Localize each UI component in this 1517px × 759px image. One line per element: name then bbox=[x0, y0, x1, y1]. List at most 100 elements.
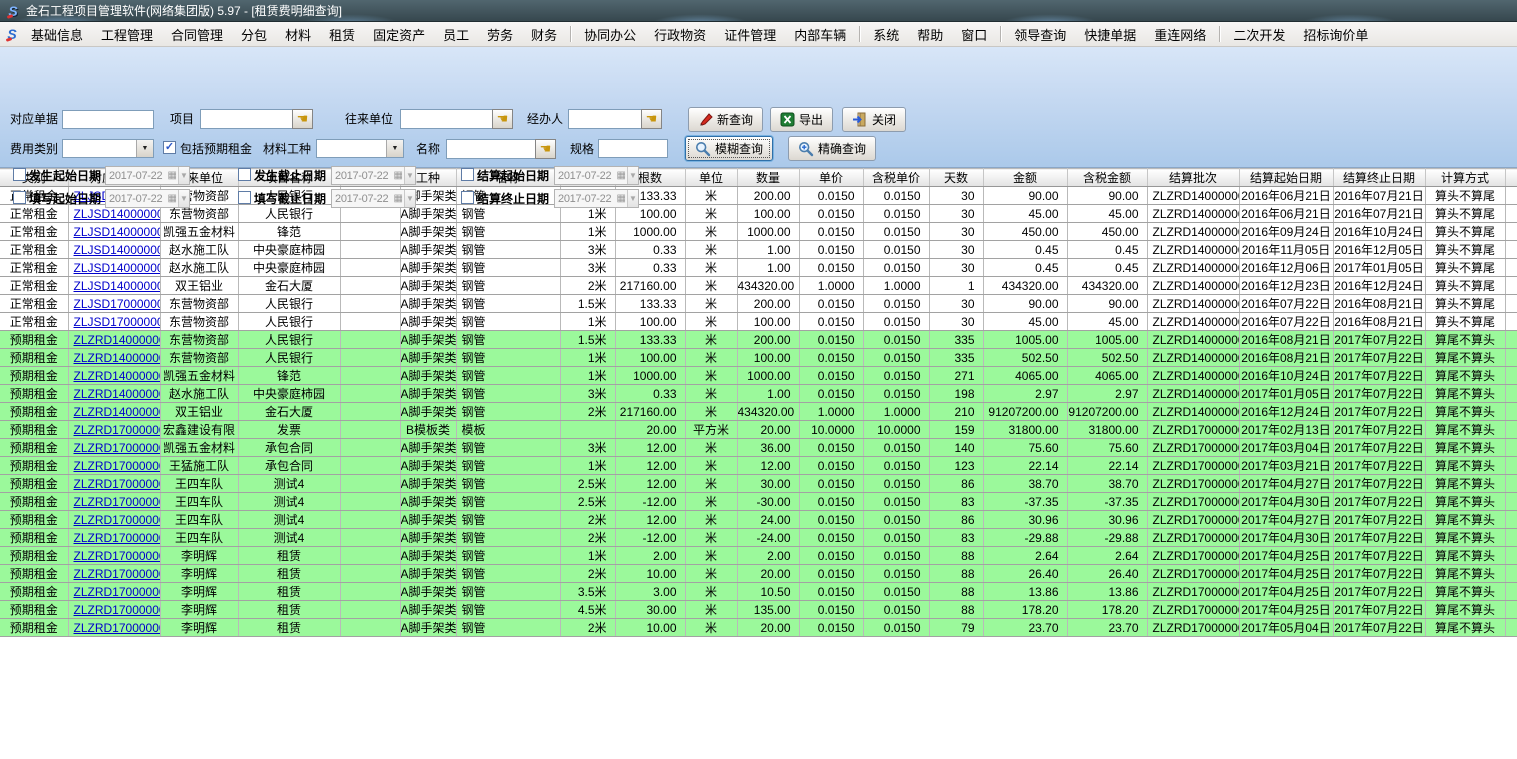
date-filter-3-checkbox[interactable] bbox=[13, 191, 26, 204]
table-row[interactable]: 正常租金ZLJSD140000005双王铝业金石大厦A脚手架类钢管2米21716… bbox=[0, 277, 1517, 295]
date-filter-0-picker[interactable]: 2017-07-22 ▦ ▼ bbox=[105, 166, 190, 185]
table-row[interactable]: 正常租金ZLJSD140000001东营物资部人民银行A脚手架类钢管1.5米13… bbox=[0, 187, 1517, 205]
table-row[interactable]: 正常租金ZLJSD140000002凯强五金材料锋范A脚手架类钢管1米1000.… bbox=[0, 223, 1517, 241]
col-header-amount[interactable]: 金额 bbox=[983, 169, 1067, 187]
col-header-price[interactable]: 单价 bbox=[799, 169, 863, 187]
table-row[interactable]: 预期租金ZLZRD170000002凯强五金材料承包合同A脚手架类钢管3米12.… bbox=[0, 439, 1517, 457]
doc-no-link[interactable]: ZLZRD170000005 bbox=[74, 567, 161, 581]
handler-input[interactable] bbox=[568, 109, 641, 129]
table-row[interactable]: 预期租金ZLZRD140000003赵水施工队中央豪庭柿园A脚手架类钢管3米0.… bbox=[0, 385, 1517, 403]
menu-item-0-9[interactable]: 财务 bbox=[522, 22, 566, 47]
menu-item-0-3[interactable]: 分包 bbox=[232, 22, 276, 47]
col-header-quantity[interactable]: 数量 bbox=[737, 169, 799, 187]
menu-item-1-2[interactable]: 证件管理 bbox=[715, 22, 785, 47]
new-query-button[interactable]: 新查询 bbox=[688, 107, 763, 132]
menu-item-0-0[interactable]: 基础信息 bbox=[22, 22, 92, 47]
menu-item-0-7[interactable]: 员工 bbox=[434, 22, 478, 47]
col-header-settle-end[interactable]: 结算终止日期 bbox=[1333, 169, 1425, 187]
table-row[interactable]: 预期租金ZLZRD170000001宏鑫建设有限发票B模板类模板20.00平方米… bbox=[0, 421, 1517, 439]
table-row[interactable]: 正常租金ZLJSD140000001东营物资部人民银行A脚手架类钢管1米100.… bbox=[0, 205, 1517, 223]
include-expected-checkbox[interactable]: ✓ bbox=[163, 141, 176, 154]
menu-item-1-3[interactable]: 内部车辆 bbox=[785, 22, 855, 47]
doc-no-link[interactable]: ZLZRD170000005 bbox=[74, 585, 161, 599]
menu-item-0-2[interactable]: 合同管理 bbox=[162, 22, 232, 47]
table-row[interactable]: 预期租金ZLZRD140000004双王铝业金石大厦A脚手架类钢管2米21716… bbox=[0, 403, 1517, 421]
table-row[interactable]: 正常租金ZLJSD170000001东营物资部人民银行A脚手架类钢管1.5米13… bbox=[0, 295, 1517, 313]
col-header-days[interactable]: 天数 bbox=[929, 169, 983, 187]
date-filter-3-picker[interactable]: 2017-07-22 ▦ ▼ bbox=[105, 189, 190, 208]
material-work-select[interactable]: ▼ bbox=[316, 139, 404, 158]
table-row[interactable]: 正常租金ZLJSD140000004赵水施工队中央豪庭柿园A脚手架类钢管3米0.… bbox=[0, 259, 1517, 277]
doc-no-link[interactable]: ZLZRD170000004 bbox=[74, 513, 161, 527]
doc-no-link[interactable]: ZLJSD140000003 bbox=[74, 243, 161, 257]
menu-item-0-4[interactable]: 材料 bbox=[276, 22, 320, 47]
menu-item-1-0[interactable]: 协同办公 bbox=[575, 22, 645, 47]
table-row[interactable]: 预期租金ZLZRD170000005李明辉租赁A脚手架类钢管3.5米3.00米1… bbox=[0, 583, 1517, 601]
menu-item-0-1[interactable]: 工程管理 bbox=[92, 22, 162, 47]
menu-item-0-6[interactable]: 固定资产 bbox=[364, 22, 434, 47]
col-header-unit[interactable]: 单位 bbox=[685, 169, 737, 187]
doc-no-link[interactable]: ZLJSD170000001 bbox=[74, 315, 161, 329]
exact-query-button[interactable]: 精确查询 bbox=[788, 136, 876, 161]
date-filter-4-picker[interactable]: 2017-07-22 ▦ ▼ bbox=[331, 189, 416, 208]
date-filter-1-picker[interactable]: 2017-07-22 ▦ ▼ bbox=[331, 166, 416, 185]
table-row[interactable]: 预期租金ZLZRD140000002凯强五金材料锋范A脚手架类钢管1米1000.… bbox=[0, 367, 1517, 385]
export-button[interactable]: 导出 bbox=[770, 107, 833, 132]
doc-no-link[interactable]: ZLZRD140000002 bbox=[74, 369, 161, 383]
doc-no-link[interactable]: ZLZRD170000001 bbox=[74, 423, 161, 437]
chevron-down-icon[interactable]: ▼ bbox=[627, 167, 638, 184]
chevron-down-icon[interactable]: ▼ bbox=[404, 167, 415, 184]
table-row[interactable]: 预期租金ZLZRD170000004王四车队测试4A脚手架类钢管2.5米12.0… bbox=[0, 475, 1517, 493]
table-row[interactable]: 预期租金ZLZRD140000001东营物资部人民银行A脚手架类钢管1.5米13… bbox=[0, 331, 1517, 349]
date-filter-5-checkbox[interactable] bbox=[461, 191, 474, 204]
menu-item-2-0[interactable]: 系统 bbox=[864, 22, 908, 47]
menu-item-3-1[interactable]: 快捷单据 bbox=[1075, 22, 1145, 47]
date-filter-2-checkbox[interactable] bbox=[461, 168, 474, 181]
chevron-down-icon[interactable]: ▼ bbox=[386, 140, 403, 157]
doc-no-link[interactable]: ZLZRD170000005 bbox=[74, 549, 161, 563]
doc-no-link[interactable]: ZLJSD140000004 bbox=[74, 261, 161, 275]
doc-no-link[interactable]: ZLZRD170000003 bbox=[74, 459, 161, 473]
counterparty-input[interactable] bbox=[400, 109, 492, 129]
table-row[interactable]: 正常租金ZLJSD140000003赵水施工队中央豪庭柿园A脚手架类钢管3米0.… bbox=[0, 241, 1517, 259]
counterparty-lookup-button[interactable]: ☚ bbox=[492, 109, 513, 129]
project-input[interactable] bbox=[200, 109, 292, 129]
table-row[interactable]: 正常租金ZLJSD170000001东营物资部人民银行A脚手架类钢管1米100.… bbox=[0, 313, 1517, 331]
doc-no-input[interactable] bbox=[62, 110, 154, 129]
doc-no-link[interactable]: ZLZRD170000005 bbox=[74, 603, 161, 617]
doc-no-link[interactable]: ZLZRD170000004 bbox=[74, 495, 161, 509]
menu-item-4-1[interactable]: 招标询价单 bbox=[1294, 22, 1377, 47]
menu-item-0-5[interactable]: 租赁 bbox=[320, 22, 364, 47]
doc-no-link[interactable]: ZLJSD140000005 bbox=[74, 279, 161, 293]
table-row[interactable]: 预期租金ZLZRD170000006李明辉租赁A脚手架类钢管2米10.00米20… bbox=[0, 619, 1517, 637]
date-filter-5-picker[interactable]: 2017-07-22 ▦ ▼ bbox=[554, 189, 639, 208]
doc-no-link[interactable]: ZLZRD140000004 bbox=[74, 405, 161, 419]
menu-item-1-1[interactable]: 行政物资 bbox=[645, 22, 715, 47]
spec-input[interactable] bbox=[598, 139, 668, 158]
menu-item-3-0[interactable]: 领导查询 bbox=[1005, 22, 1075, 47]
menu-item-4-0[interactable]: 二次开发 bbox=[1224, 22, 1294, 47]
doc-no-link[interactable]: ZLZRD140000001 bbox=[74, 333, 161, 347]
col-header-settle-batch[interactable]: 结算批次 bbox=[1147, 169, 1239, 187]
fee-type-select[interactable]: ▼ bbox=[62, 139, 154, 158]
doc-no-link[interactable]: ZLZRD140000001 bbox=[74, 351, 161, 365]
doc-no-link[interactable]: ZLZRD170000006 bbox=[74, 621, 161, 635]
menu-item-3-2[interactable]: 重连网络 bbox=[1145, 22, 1215, 47]
handler-lookup-button[interactable]: ☚ bbox=[641, 109, 662, 129]
menu-item-2-1[interactable]: 帮助 bbox=[908, 22, 952, 47]
table-row[interactable]: 预期租金ZLZRD170000003王猛施工队承包合同A脚手架类钢管1米12.0… bbox=[0, 457, 1517, 475]
chevron-down-icon[interactable]: ▼ bbox=[404, 190, 415, 207]
close-button[interactable]: 关闭 bbox=[842, 107, 906, 132]
menu-item-0-8[interactable]: 劳务 bbox=[478, 22, 522, 47]
col-header-settle-start[interactable]: 结算起始日期 bbox=[1239, 169, 1333, 187]
chevron-down-icon[interactable]: ▼ bbox=[178, 190, 189, 207]
date-filter-0-checkbox[interactable] bbox=[13, 168, 26, 181]
table-row[interactable]: 预期租金ZLZRD170000004王四车队测试4A脚手架类钢管2米-12.00… bbox=[0, 529, 1517, 547]
date-filter-4-checkbox[interactable] bbox=[238, 191, 251, 204]
col-header-amount-tax[interactable]: 含税金额 bbox=[1067, 169, 1147, 187]
table-row[interactable]: 预期租金ZLZRD170000005李明辉租赁A脚手架类钢管1米2.00米2.0… bbox=[0, 547, 1517, 565]
doc-no-link[interactable]: ZLJSD170000001 bbox=[74, 297, 161, 311]
date-filter-2-picker[interactable]: 2017-07-22 ▦ ▼ bbox=[554, 166, 639, 185]
table-row[interactable]: 预期租金ZLZRD170000004王四车队测试4A脚手架类钢管2.5米-12.… bbox=[0, 493, 1517, 511]
col-header-price-tax[interactable]: 含税单价 bbox=[863, 169, 929, 187]
